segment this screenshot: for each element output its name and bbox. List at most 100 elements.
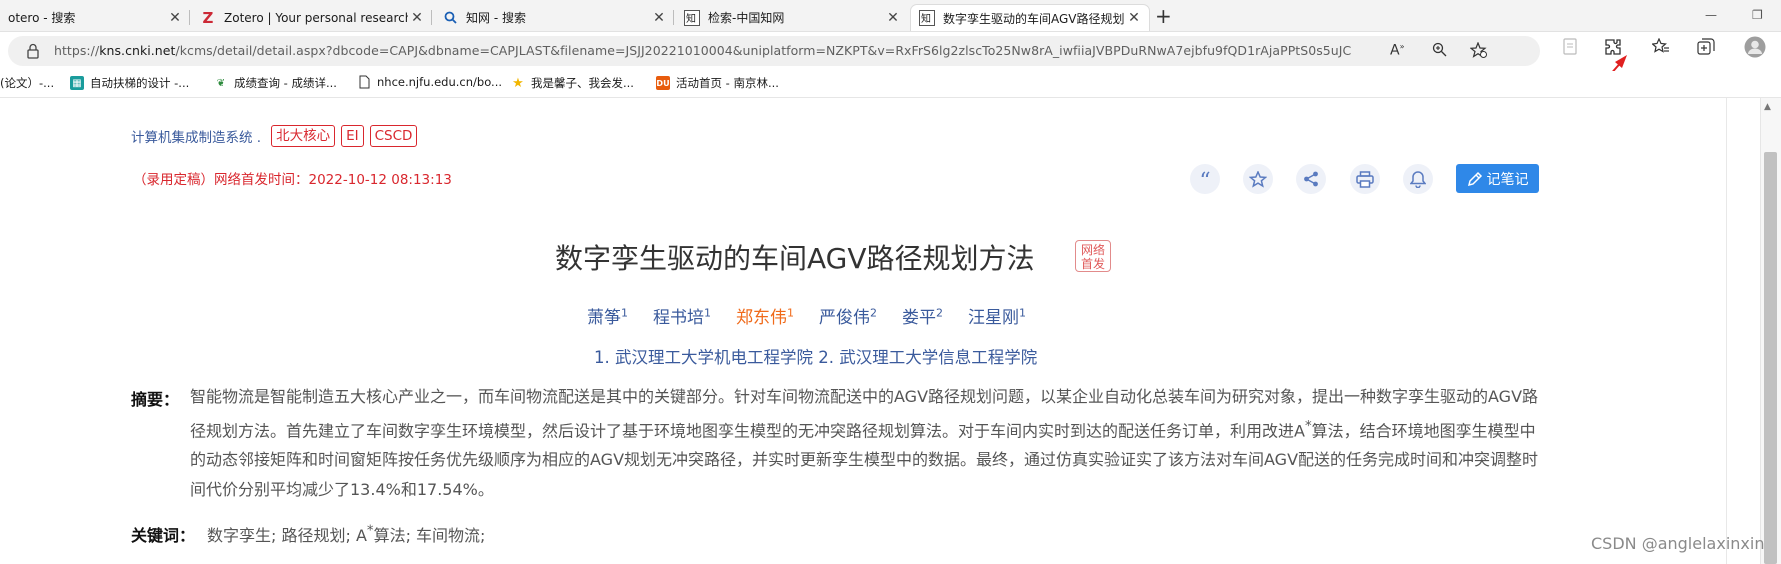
keywords-superscript: *	[366, 523, 374, 539]
add-favorite-icon[interactable]	[1469, 41, 1487, 62]
du-icon: DU	[656, 76, 670, 90]
profile-avatar[interactable]	[1744, 36, 1766, 62]
affiliations[interactable]: 1. 武汉理工大学机电工程学院 2. 武汉理工大学信息工程学院	[594, 344, 1037, 368]
tab-0[interactable]: otero - 搜索 ✕	[0, 4, 190, 31]
badge-ei: EI	[341, 125, 364, 147]
zoom-icon[interactable]	[1432, 42, 1447, 61]
author-name: 萧筝	[587, 308, 621, 328]
read-aloud-icon[interactable]: A»	[1390, 42, 1404, 59]
abstract-superscript: *	[1304, 418, 1312, 434]
author-name: 严俊伟	[819, 308, 870, 328]
search-icon	[442, 10, 458, 26]
bookmarks-bar: (论文）-... ▦ 自动扶梯的设计 -... ❦ 成绩查询 - 成绩详... …	[0, 71, 1781, 98]
print-button[interactable]	[1350, 164, 1380, 194]
author-name: 程书培	[653, 308, 704, 328]
page-border	[1726, 98, 1727, 564]
tab-2[interactable]: 知网 - 搜索 ✕	[434, 4, 674, 31]
author-affil-index: 2	[870, 306, 877, 320]
restore-icon[interactable]: ❐	[1752, 8, 1763, 22]
paper-title: 数字孪生驱动的车间AGV路径规划方法	[555, 242, 1035, 275]
close-icon[interactable]: ✕	[408, 10, 426, 26]
subscribe-button[interactable]	[1403, 164, 1433, 194]
new-tab-button[interactable]: +	[1155, 6, 1172, 26]
bookmark-item[interactable]: nhce.njfu.edu.cn/bo...	[357, 75, 502, 89]
url-path: /kcms/detail/detail.aspx?dbcode=CAPJ&dbn…	[175, 43, 1352, 58]
tab-separator	[673, 10, 674, 25]
tab-title: 知网 - 搜索	[466, 11, 526, 25]
tab-3[interactable]: 知 检索-中国知网 ✕	[676, 4, 908, 31]
author-link[interactable]: 严俊伟2	[819, 303, 877, 328]
close-icon[interactable]: ✕	[884, 10, 902, 26]
author-name: 郑东伟	[736, 308, 787, 328]
scroll-up-icon[interactable]: ▲	[1764, 102, 1771, 112]
author-link[interactable]: 程书培1	[653, 303, 711, 328]
cnki-icon: 知	[919, 10, 935, 26]
favorite-button[interactable]	[1243, 164, 1273, 194]
tab-separator	[189, 10, 190, 25]
star-icon: ★	[512, 75, 524, 91]
author-affil-index: 2	[936, 306, 943, 320]
tab-separator	[431, 10, 432, 25]
url-host: kns.cnki.net	[99, 43, 176, 58]
cite-button[interactable]: “	[1190, 164, 1220, 194]
publish-time: （录用定稿）网络首发时间：2022-10-12 08:13:13	[133, 172, 452, 188]
bell-icon	[1410, 171, 1426, 188]
online-tag-line2: 首发	[1080, 257, 1105, 271]
bookmark-item[interactable]: (论文）-...	[0, 75, 54, 91]
share-button[interactable]	[1296, 164, 1326, 194]
take-note-button[interactable]: 记笔记	[1456, 164, 1539, 193]
print-icon	[1356, 170, 1374, 188]
zotero-icon: Z	[202, 8, 214, 27]
share-icon	[1304, 171, 1318, 187]
author-link[interactable]: 汪星刚1	[968, 303, 1026, 328]
collections-icon[interactable]	[1697, 38, 1715, 59]
abstract-text: 智能物流是智能制造五大核心产业之一，而车间物流配送是其中的关键部分。针对车间物流…	[190, 382, 1540, 504]
tab-strip: otero - 搜索 ✕ Z Zotero | Your personal re…	[0, 0, 1781, 32]
bookmark-item[interactable]: ★ 我是馨子、我会发...	[511, 75, 634, 91]
author-name: 汪星刚	[968, 308, 1019, 328]
author-link[interactable]: 娄平2	[902, 303, 943, 328]
author-link[interactable]: 郑东伟1	[736, 303, 794, 328]
close-icon[interactable]: ✕	[650, 10, 668, 26]
address-bar[interactable]: https://kns.cnki.net/kcms/detail/detail.…	[8, 36, 1540, 66]
online-tag-line1: 网络	[1080, 243, 1105, 257]
keywords-part2: 算法; 车间物流;	[373, 526, 486, 545]
tab-title: 数字孪生驱动的车间AGV路径规划	[943, 11, 1125, 26]
minimize-icon[interactable]: —	[1705, 8, 1717, 22]
svg-text:知: 知	[921, 12, 931, 25]
bookmark-label: nhce.njfu.edu.cn/bo...	[377, 75, 503, 89]
badge-pku-core: 北大核心	[271, 125, 336, 147]
bookmark-item[interactable]: ❦ 成绩查询 - 成绩详...	[214, 75, 337, 91]
close-icon[interactable]: ✕	[166, 10, 184, 26]
quote-icon: “	[1199, 169, 1211, 194]
page-icon	[357, 75, 371, 89]
bookmark-label: 自动扶梯的设计 -...	[90, 76, 190, 90]
take-note-label: 记笔记	[1486, 171, 1529, 188]
bookmark-label: 成绩查询 - 成绩详...	[234, 76, 337, 90]
bookmark-item[interactable]: ▦ 自动扶梯的设计 -...	[70, 75, 189, 91]
close-icon[interactable]: ✕	[1125, 10, 1143, 26]
author-link[interactable]: 萧筝1	[587, 303, 628, 328]
lock-icon[interactable]	[26, 43, 42, 59]
tab-1[interactable]: Z Zotero | Your personal research a ✕	[192, 4, 432, 31]
favorites-icon[interactable]	[1651, 37, 1670, 59]
scrollbar-thumb[interactable]	[1764, 152, 1777, 564]
url-text[interactable]: https://kns.cnki.net/kcms/detail/detail.…	[54, 43, 1351, 58]
author-affil-index: 1	[704, 306, 711, 320]
journal-name[interactable]: 计算机集成制造系统 .	[131, 126, 261, 146]
tab-title: Zotero | Your personal research a	[224, 10, 408, 25]
cnki-icon: 知	[684, 9, 700, 26]
bookmark-icon: ▦	[70, 76, 84, 90]
bookmark-item[interactable]: DU 活动首页 - 南京林...	[656, 75, 779, 91]
author-name: 娄平	[902, 308, 936, 328]
tab-title: otero - 搜索	[8, 11, 76, 25]
tab-title: 检索-中国知网	[708, 11, 785, 25]
keywords-label: 关键词：	[131, 526, 196, 545]
tab-4-active[interactable]: 知 数字孪生驱动的车间AGV路径规划 ✕	[910, 4, 1150, 31]
bookmark-label: (论文）-...	[0, 76, 55, 90]
svg-text:知: 知	[686, 12, 696, 25]
csdn-watermark: CSDN @anglelaxinxin	[1591, 534, 1765, 553]
badge-cscd: CSCD	[369, 125, 418, 147]
address-row: https://kns.cnki.net/kcms/detail/detail.…	[0, 32, 1781, 70]
keywords-list[interactable]: 数字孪生; 路径规划; A*算法; 车间物流;	[207, 522, 485, 546]
